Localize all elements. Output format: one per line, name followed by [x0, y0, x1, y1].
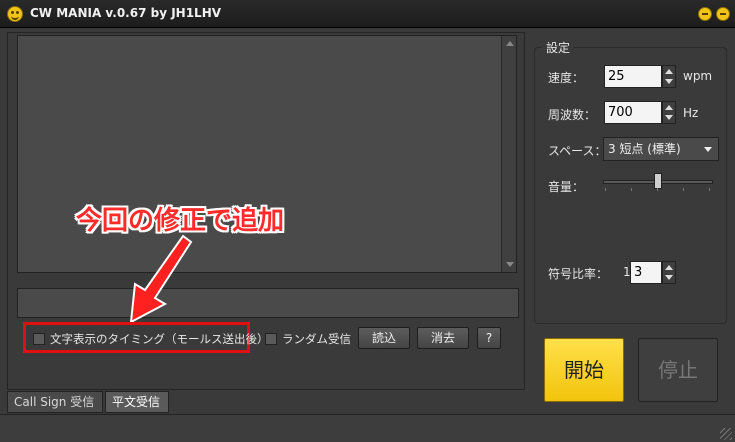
start-button[interactable]: 開始 [544, 338, 624, 402]
random-checkbox[interactable] [265, 333, 277, 345]
input-line[interactable] [17, 288, 519, 318]
resize-grip-icon[interactable] [720, 428, 732, 440]
scroll-up-icon[interactable] [506, 41, 514, 46]
slider-tick [631, 188, 632, 191]
settings-title: 設定 [542, 39, 575, 56]
speed-unit: wpm [683, 69, 713, 83]
tab-callsign[interactable]: Call Sign 受信 [7, 391, 103, 413]
speed-label: 速度： [548, 71, 585, 85]
spin-up-icon[interactable] [665, 69, 673, 74]
spin-down-icon[interactable] [665, 79, 673, 84]
frequency-label: 周波数： [548, 108, 597, 122]
ratio-input[interactable]: 3 [630, 261, 662, 284]
ratio-label: 符号比率： [548, 267, 609, 281]
slider-tick [657, 188, 658, 191]
slider-tick [709, 188, 710, 191]
load-button[interactable]: 読込 [358, 327, 410, 349]
space-select[interactable]: 3 短点 (標準) [603, 137, 719, 161]
smiley-icon [7, 6, 23, 22]
frequency-unit: Hz [683, 106, 699, 120]
status-bar [0, 414, 735, 442]
random-label: ランダム受信 [282, 332, 351, 346]
output-text-area[interactable] [17, 35, 517, 273]
close-icon[interactable] [716, 7, 730, 21]
spin-up-icon[interactable] [665, 105, 673, 110]
space-label: スペース： [548, 144, 607, 158]
scroll-down-icon[interactable] [506, 262, 514, 267]
frequency-spinner[interactable] [662, 101, 676, 124]
stop-button[interactable]: 停止 [638, 338, 718, 402]
chevron-down-icon[interactable] [704, 147, 712, 152]
spin-up-icon[interactable] [665, 265, 673, 270]
minimize-icon[interactable] [698, 7, 712, 21]
arrow-icon [129, 234, 193, 324]
timing-checkbox[interactable] [33, 333, 45, 345]
slider-tick [605, 188, 606, 191]
volume-label: 音量： [548, 180, 585, 194]
ratio-spinner[interactable] [662, 261, 676, 284]
frequency-input[interactable]: 700 [604, 101, 662, 124]
window-title: CW MANIA v.0.67 by JH1LHV [30, 6, 222, 20]
volume-slider-thumb[interactable] [654, 173, 662, 189]
clear-button[interactable]: 消去 [417, 327, 469, 349]
help-button[interactable]: ? [477, 327, 501, 349]
spin-down-icon[interactable] [665, 275, 673, 280]
spin-down-icon[interactable] [665, 115, 673, 120]
slider-tick [683, 188, 684, 191]
speed-input[interactable]: 25 [604, 65, 662, 88]
speed-spinner[interactable] [662, 65, 676, 88]
tab-plaintext[interactable]: 平文受信 [105, 391, 169, 413]
output-scrollbar[interactable] [501, 36, 516, 272]
timing-label: 文字表示のタイミング（モールス送出後） [50, 332, 269, 346]
